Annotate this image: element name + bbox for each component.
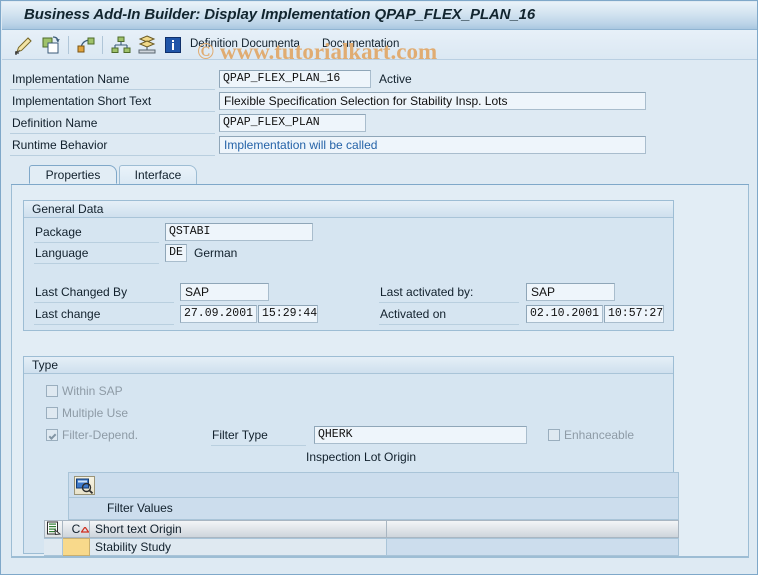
enhanceable-label: Enhanceable [564, 428, 635, 442]
hierarchy-icon[interactable] [110, 34, 132, 56]
tabstrip: Properties Interface [11, 165, 749, 185]
activated-on-label: Activated on [380, 307, 447, 321]
window-titlebar: Business Add-In Builder: Display Impleme… [2, 2, 757, 30]
row-divider [10, 133, 215, 134]
runtime-behavior-label: Runtime Behavior [12, 138, 108, 152]
toolbar-separator [68, 36, 69, 54]
implementation-status-text: Active [379, 72, 412, 86]
multiple-use-label: Multiple Use [62, 406, 129, 420]
toolbar-separator-2 [102, 36, 103, 54]
table-cell-filler[interactable] [387, 538, 679, 556]
general-data-group-title: General Data [24, 201, 673, 218]
table-cell-short-text[interactable]: Stability Study [90, 538, 387, 556]
implementation-short-text-label: Implementation Short Text [12, 94, 152, 108]
table-header-code[interactable]: C [63, 520, 90, 538]
filter-type-label: Filter Type [212, 428, 268, 442]
language-name-text: German [194, 246, 238, 260]
information-icon[interactable] [162, 34, 184, 56]
table-row-selector[interactable] [44, 538, 63, 556]
row-divider [34, 302, 174, 303]
implementation-name-field[interactable]: QPAP_FLEX_PLAN_16 [219, 70, 371, 88]
filter-values-caption-bar: Filter Values [68, 498, 679, 520]
sap-gui-window: Business Add-In Builder: Display Impleme… [0, 0, 758, 575]
row-divider [211, 445, 306, 446]
form-row-short-text: Implementation Short Text Flexible Speci… [2, 91, 757, 112]
row-divider [34, 324, 174, 325]
table-header-code-label: C [71, 522, 81, 536]
language-code-field[interactable]: DE [165, 244, 187, 262]
tab-interface[interactable]: Interface [119, 165, 197, 184]
package-label: Package [35, 225, 82, 239]
form-row-runtime-behavior: Runtime Behavior Implementation will be … [2, 135, 757, 156]
last-activated-by-field[interactable]: SAP [526, 283, 615, 301]
form-row-implementation-name: Implementation Name QPAP_FLEX_PLAN_16 Ac… [2, 69, 757, 90]
filter-depend-checkbox-box[interactable] [46, 429, 58, 441]
stack-icon[interactable] [136, 34, 158, 56]
enhanceable-checkbox-box[interactable] [548, 429, 560, 441]
header-form-area: Implementation Name QPAP_FLEX_PLAN_16 Ac… [2, 61, 757, 165]
last-change-time-field[interactable]: 15:29:44 [258, 305, 318, 323]
filter-values-caption: Filter Values [107, 501, 173, 515]
filter-values-toolbar [68, 472, 679, 498]
definition-name-label: Definition Name [12, 116, 98, 130]
implementation-short-text-field[interactable]: Flexible Specification Selection for Sta… [219, 92, 646, 110]
type-group: Type Within SAP Multiple Use Filter-Depe… [23, 356, 679, 556]
row-divider [10, 111, 215, 112]
row-divider [379, 324, 519, 325]
documentation-link[interactable]: Documentation [322, 38, 399, 50]
row-divider [10, 89, 215, 90]
last-changed-by-label: Last Changed By [35, 285, 128, 299]
last-change-date-field[interactable]: 27.09.2001 [180, 305, 257, 323]
application-toolbar: Definition Documenta Documentation [2, 30, 757, 60]
display-filter-values-button[interactable] [74, 476, 95, 495]
last-activated-by-label: Last activated by: [380, 285, 474, 299]
general-data-group: General Data Package QSTABI Language DE … [23, 200, 674, 331]
panel-bottom-strip [11, 557, 749, 574]
package-field[interactable]: QSTABI [165, 223, 313, 241]
table-header-short-text[interactable]: Short text Origin [90, 520, 387, 538]
definition-documentation-link[interactable]: Definition Documenta [190, 38, 300, 50]
filter-type-description: Inspection Lot Origin [306, 450, 417, 464]
other-object-icon[interactable] [76, 34, 98, 56]
row-divider [34, 242, 159, 243]
row-divider [10, 155, 215, 156]
change-pencil-icon[interactable] [13, 34, 35, 56]
row-divider [379, 302, 519, 303]
multiple-use-checkbox-box[interactable] [46, 407, 58, 419]
filter-type-field[interactable]: QHERK [314, 426, 527, 444]
sort-ascending-icon [80, 522, 89, 537]
window-title: Business Add-In Builder: Display Impleme… [24, 6, 536, 23]
language-label: Language [35, 246, 89, 260]
filter-depend-label: Filter-Depend. [62, 428, 139, 442]
runtime-behavior-field[interactable]: Implementation will be called [219, 136, 646, 154]
copy-icon[interactable] [40, 34, 62, 56]
table-select-all-icon[interactable] [44, 520, 63, 538]
last-changed-by-field[interactable]: SAP [180, 283, 269, 301]
within-sap-label: Within SAP [62, 384, 123, 398]
last-change-label: Last change [35, 307, 101, 321]
definition-name-field[interactable]: QPAP_FLEX_PLAN [219, 114, 366, 132]
type-group-title: Type [24, 357, 673, 374]
activated-on-time-field[interactable]: 10:57:27 [604, 305, 664, 323]
properties-tab-panel: General Data Package QSTABI Language DE … [11, 185, 749, 557]
row-divider [34, 263, 159, 264]
table-cell-code[interactable] [63, 538, 90, 556]
within-sap-checkbox-box[interactable] [46, 385, 58, 397]
activated-on-date-field[interactable]: 02.10.2001 [526, 305, 603, 323]
table-header-filler[interactable] [387, 520, 679, 538]
implementation-name-label: Implementation Name [12, 72, 130, 86]
tab-properties[interactable]: Properties [29, 165, 117, 184]
form-row-definition-name: Definition Name QPAP_FLEX_PLAN [2, 113, 757, 134]
